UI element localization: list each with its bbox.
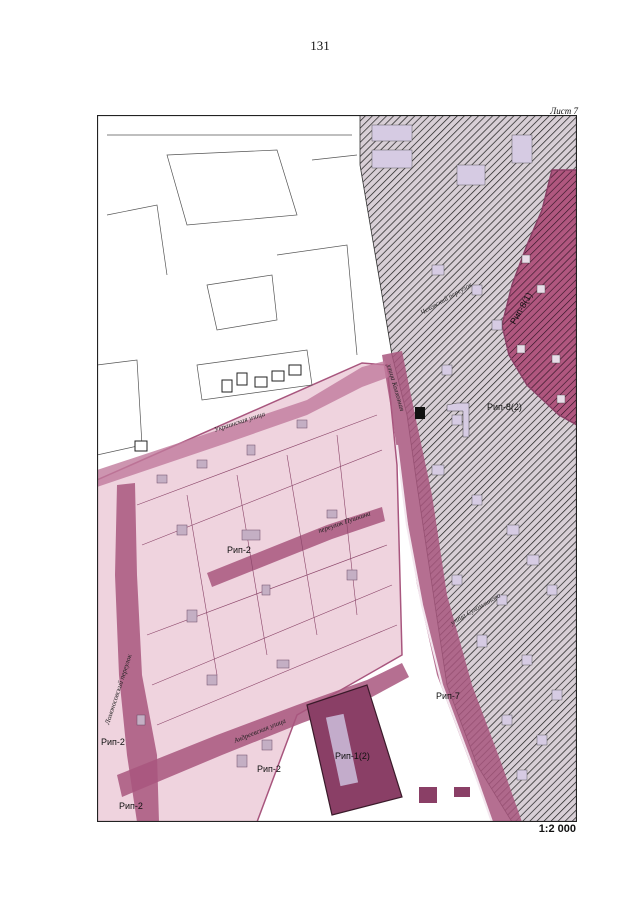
zone-label-rip2-center: Рип-2 [227,545,251,555]
dark-block-bottom-2 [454,787,470,797]
page-number: 131 [310,38,330,53]
zone-label-rip2-left: Рип-2 [101,737,125,747]
zone-label-rip2-bottom: Рип-2 [257,764,281,774]
black-building [415,407,425,419]
zone-label-rip7: Рип-7 [436,691,460,701]
zoning-map: Украинская улица улица Колхозная переуло… [97,115,577,822]
zone-label-rip2-bottom-left: Рип-2 [119,801,143,811]
scale-label: 1:2 000 [538,823,576,835]
zone-label-rip1-2: Рип-1(2) [335,751,370,761]
dark-block-bottom [419,787,437,803]
zone-label-rip8-2: Рип-8(2) [487,402,522,412]
